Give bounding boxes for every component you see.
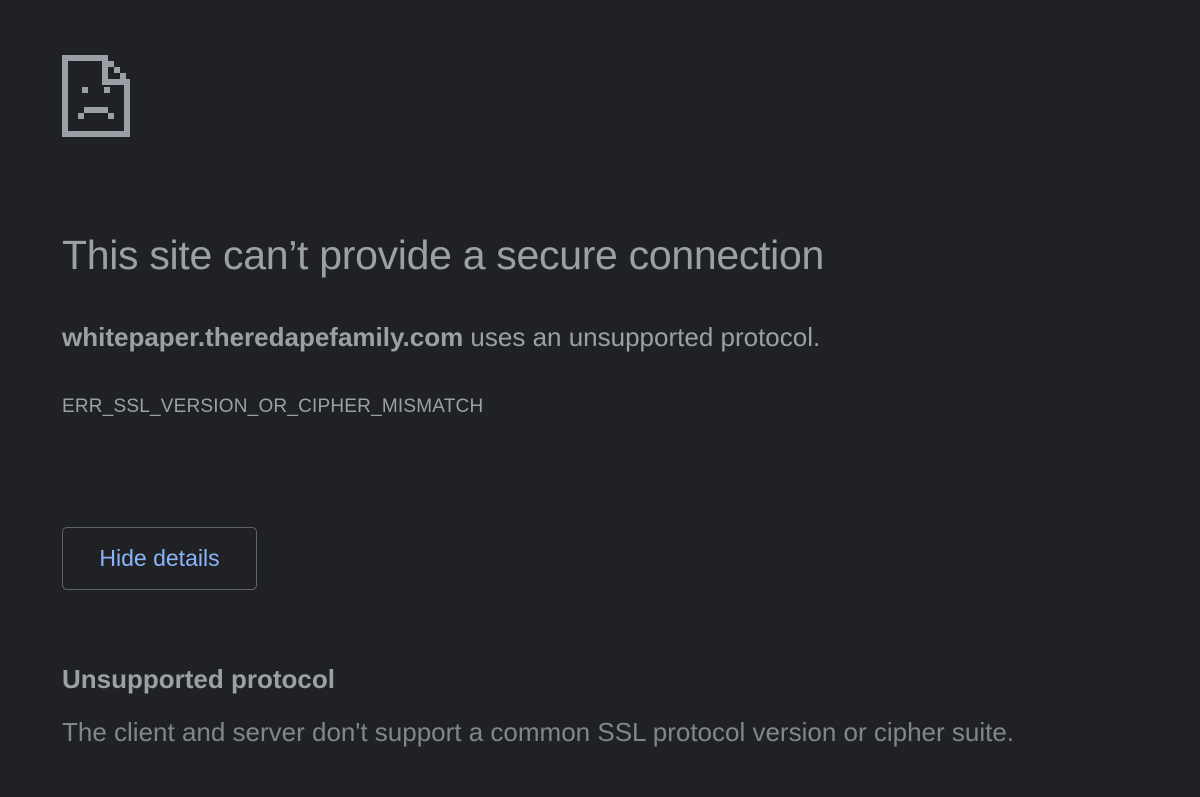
hide-details-button[interactable]: Hide details <box>62 527 257 590</box>
sad-page-icon <box>62 55 130 137</box>
details-text: The client and server don't support a co… <box>62 717 1015 747</box>
error-summary: whitepaper.theredapefamily.com uses an u… <box>62 322 820 353</box>
summary-text: uses an unsupported protocol. <box>463 322 821 352</box>
error-code: ERR_SSL_VERSION_OR_CIPHER_MISMATCH <box>62 396 484 417</box>
hostname: whitepaper.theredapefamily.com <box>62 322 464 352</box>
error-page: This site can’t provide a secure connect… <box>62 0 1162 797</box>
details-title: Unsupported protocol <box>62 664 335 694</box>
page-title: This site can’t provide a secure connect… <box>62 232 824 278</box>
